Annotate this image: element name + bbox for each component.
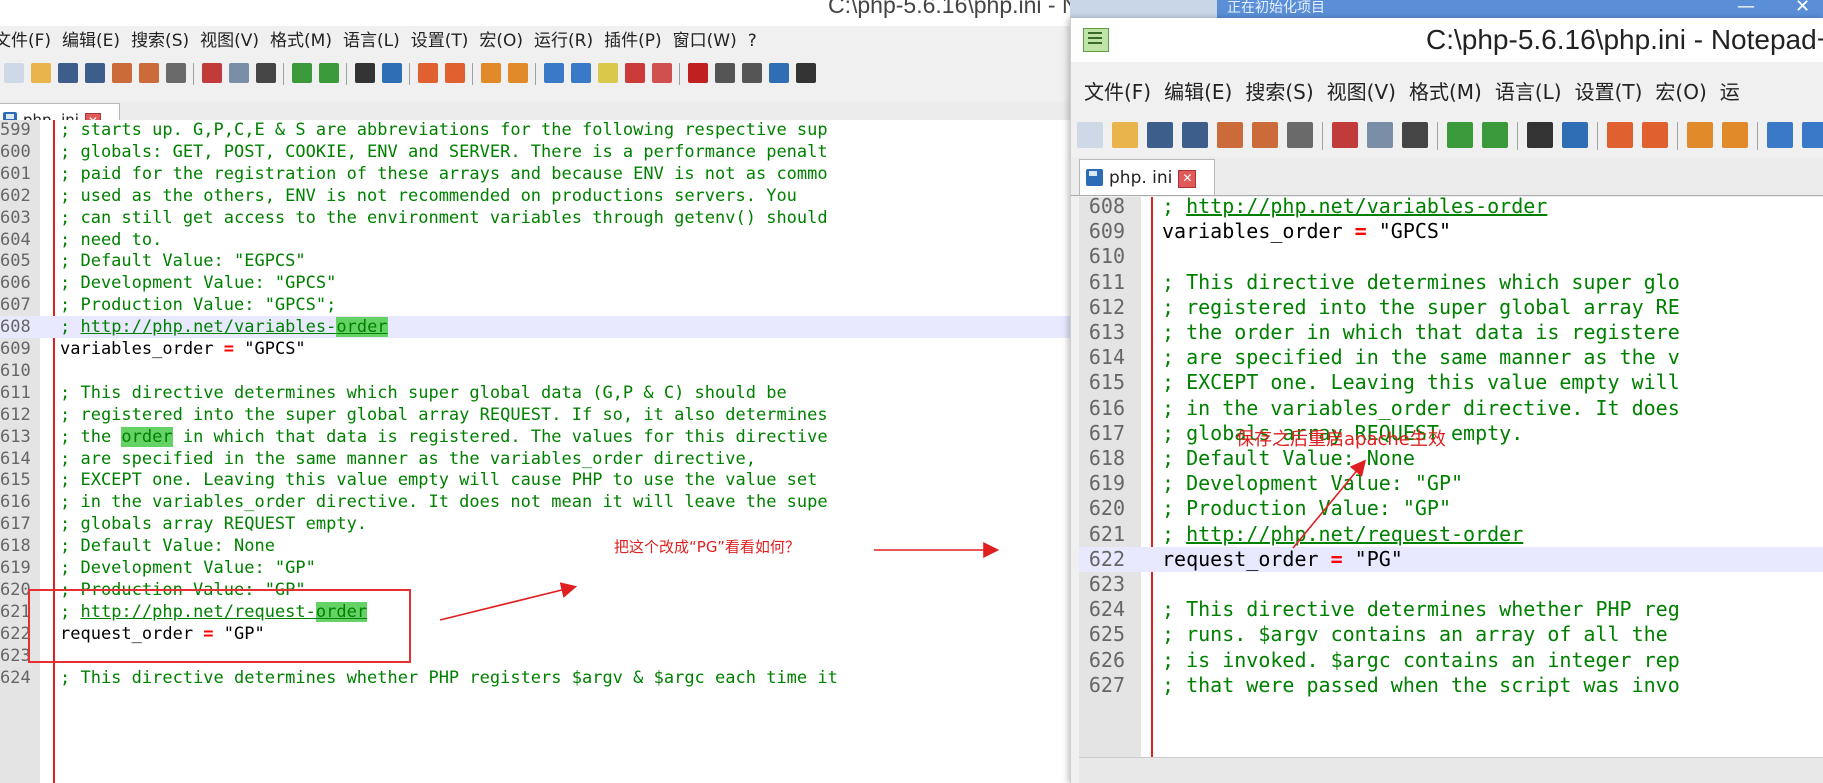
annotation-arrows [439, 459, 1367, 621]
arrow-to-restart-note [1292, 459, 1367, 549]
arrow-to-note [439, 582, 578, 621]
